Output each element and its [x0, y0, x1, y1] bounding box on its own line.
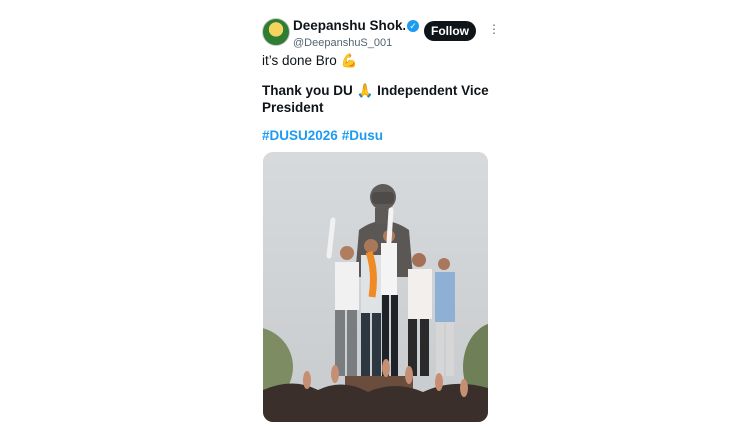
- tweet-text-line-2: Thank you DU 🙏 Independent Vice Presiden…: [262, 83, 489, 115]
- author-handle[interactable]: @DeepanshuS_001: [293, 37, 423, 49]
- avatar[interactable]: [262, 18, 290, 46]
- hashtags: #DUSU2026 #Dusu: [262, 127, 492, 144]
- author-display-name[interactable]: Deepanshu Shok...: [293, 18, 405, 33]
- screenshot-page: Deepanshu Shok...✓ @DeepanshuS_001 Follo…: [0, 0, 750, 430]
- verified-badge-icon: ✓: [407, 19, 419, 32]
- tweet-photo[interactable]: [263, 152, 488, 422]
- follow-button[interactable]: Follow: [424, 21, 476, 41]
- tweet-card: Deepanshu Shok...✓ @DeepanshuS_001 Follo…: [248, 6, 502, 426]
- tweet-header: Deepanshu Shok...✓ @DeepanshuS_001 Follo…: [262, 16, 500, 54]
- hashtag-link[interactable]: #DUSU2026: [262, 128, 338, 143]
- more-options-icon[interactable]: ⋮: [488, 22, 500, 36]
- author-block: Deepanshu Shok...✓ @DeepanshuS_001: [293, 17, 423, 49]
- statue-celebration-photo: [263, 152, 488, 422]
- tweet-text-line-1: it’s done Bro 💪: [262, 53, 358, 68]
- hashtag-link[interactable]: #Dusu: [342, 128, 383, 143]
